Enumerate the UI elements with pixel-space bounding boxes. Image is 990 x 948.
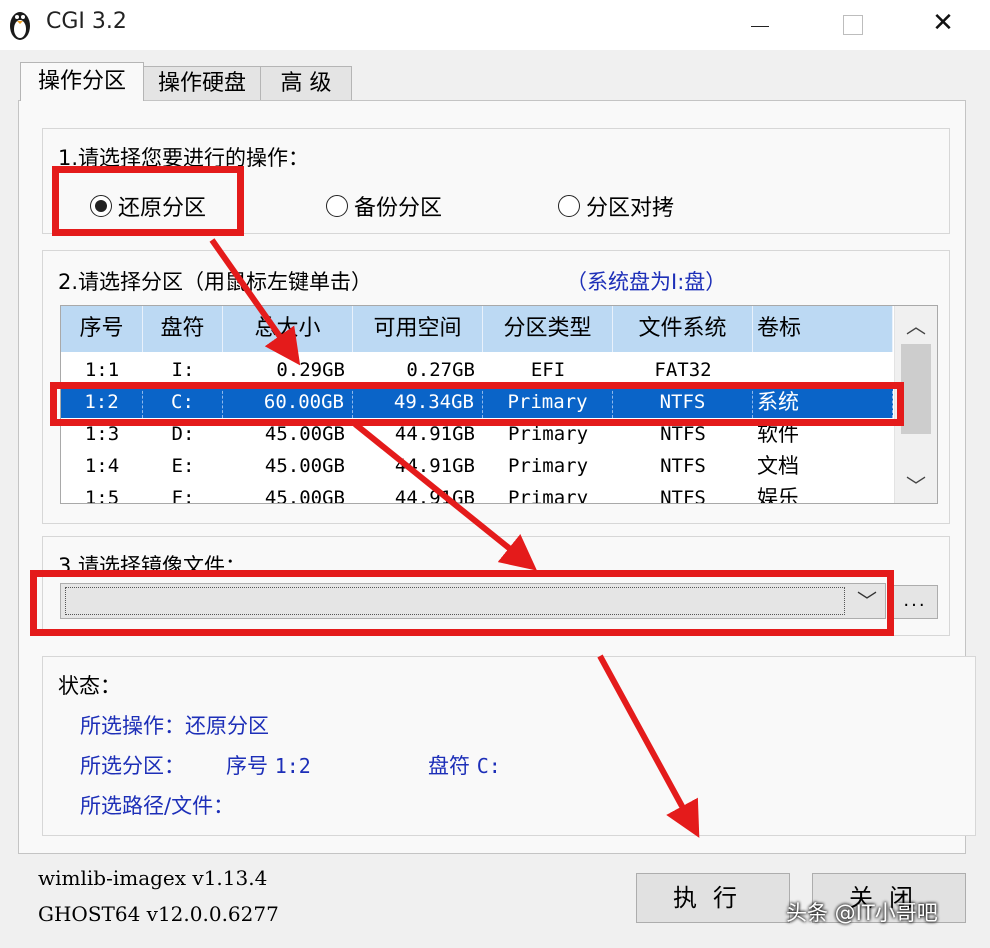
column-header-free[interactable]: 可用空间 (353, 306, 483, 352)
cell-total: 45.00GB (264, 455, 345, 477)
column-header-no[interactable]: 序号 (61, 306, 143, 352)
cell-type: Primary (507, 455, 589, 477)
cell-total: 45.00GB (264, 487, 345, 504)
title-bar: CGI 3.2 ✕ (0, 0, 990, 50)
annotation-box-selected-row (50, 382, 904, 426)
radio-copy-label: 分区对拷 (586, 196, 675, 221)
column-header-filesystem[interactable]: 文件系统 (613, 306, 753, 352)
scrollbar-thumb[interactable] (901, 344, 931, 434)
scroll-up-icon[interactable]: ︿ (895, 310, 937, 342)
cell-free: 44.91GB (394, 455, 475, 477)
table-row[interactable]: 1:4 E: 45.00GB 44.91GB Primary NTFS 文档 (61, 450, 893, 482)
tab-operate-disk[interactable]: 操作硬盘 (143, 66, 261, 101)
partition-list-header: 序号 盘符 总大小 可用空间 分区类型 文件系统 卷标 (61, 306, 893, 352)
radio-unchecked-icon (558, 195, 580, 217)
browse-button[interactable]: ... (892, 585, 938, 619)
radio-backup-partition[interactable]: 备份分区 (326, 190, 442, 222)
status-partition-seq: 序号 1:2 (226, 750, 311, 780)
column-header-type[interactable]: 分区类型 (483, 306, 613, 352)
status-operation-value: 还原分区 (185, 714, 269, 738)
cell-no: 1:5 (84, 487, 120, 504)
status-partition: 所选分区： (80, 750, 185, 780)
minimize-button[interactable] (713, 0, 805, 50)
cell-filesystem: NTFS (660, 455, 706, 477)
close-icon: ✕ (932, 8, 954, 38)
status-seq-label: 序号 (226, 754, 268, 778)
execute-button[interactable]: 执行 (636, 873, 790, 923)
cell-label: 文档 (757, 454, 799, 478)
close-window-button[interactable]: ✕ (897, 0, 989, 50)
column-header-label[interactable]: 卷标 (753, 306, 893, 352)
penguin-app-icon (10, 12, 30, 40)
status-seq-value: 1:2 (274, 754, 311, 778)
maximize-icon (843, 15, 863, 35)
column-header-drive[interactable]: 盘符 (143, 306, 223, 352)
status-drive: 盘符 C: (428, 750, 501, 780)
cell-filesystem: NTFS (660, 487, 706, 504)
annotation-box-restore (52, 166, 244, 236)
minimize-icon (751, 26, 769, 27)
cell-no: 1:4 (84, 455, 120, 477)
status-operation-label: 所选操作： (80, 714, 185, 738)
watermark: 头条 @IT小哥吧 (786, 901, 938, 925)
status-path-label: 所选路径/文件： (80, 794, 235, 818)
column-header-total[interactable]: 总大小 (223, 306, 353, 352)
annotation-box-image-file (30, 570, 894, 636)
status-path: 所选路径/文件： (80, 790, 234, 820)
window-title: CGI 3.2 (46, 9, 127, 34)
maximize-button[interactable] (805, 0, 897, 50)
table-row[interactable]: 1:5 F: 45.00GB 44.91GB Primary NTFS 娱乐 (61, 482, 893, 504)
wimlib-version: wimlib-imagex v1.13.4 (38, 866, 268, 890)
radio-unchecked-icon (326, 195, 348, 217)
cell-label: 娱乐 (757, 486, 799, 504)
status-partition-label: 所选分区： (80, 754, 185, 778)
scroll-down-icon[interactable]: ﹀ (895, 470, 937, 502)
tab-advanced[interactable]: 高 级 (260, 66, 352, 101)
cell-type: Primary (507, 487, 589, 504)
status-drive-value: C: (476, 754, 501, 778)
radio-copy-partition[interactable]: 分区对拷 (558, 190, 674, 222)
radio-backup-label: 备份分区 (354, 196, 443, 221)
status-drive-label: 盘符 (428, 754, 470, 778)
cell-drive: E: (171, 455, 195, 477)
tab-operate-partition[interactable]: 操作分区 (20, 62, 144, 101)
ghost-version: GHOST64 v12.0.0.6277 (38, 902, 279, 926)
system-drive-hint: （系统盘为I:盘） (566, 270, 727, 294)
status-operation: 所选操作：还原分区 (80, 710, 269, 740)
cell-free: 44.91GB (394, 487, 475, 504)
cell-drive: F: (171, 487, 195, 504)
status-label: 状态： (58, 674, 121, 698)
partition-group-label: 2.请选择分区（用鼠标左键单击） (58, 270, 373, 294)
